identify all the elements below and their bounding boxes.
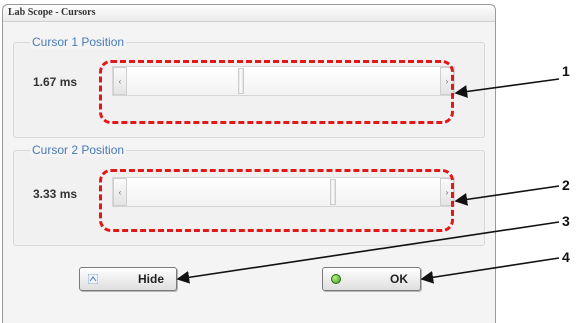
- callout-1-arrow: [454, 78, 560, 98]
- callout-4: 4: [562, 249, 570, 265]
- callout-4-arrow: [420, 257, 560, 284]
- callout-2: 2: [562, 177, 570, 193]
- callout-3: 3: [562, 213, 570, 229]
- callout-arrows: [176, 78, 560, 284]
- callout-3-arrow: [176, 221, 560, 284]
- callout-1: 1: [562, 63, 570, 79]
- callout-2-arrow: [454, 185, 560, 206]
